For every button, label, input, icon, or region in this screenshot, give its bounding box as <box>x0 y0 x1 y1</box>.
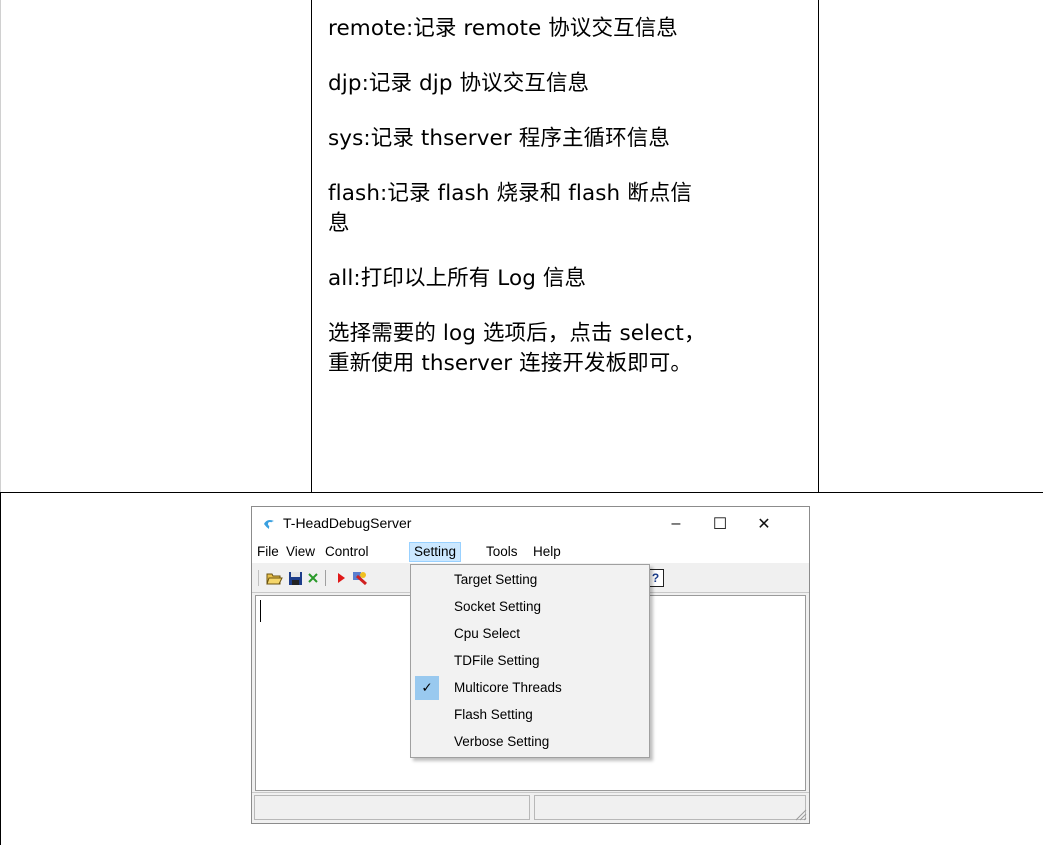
connect-icon[interactable] <box>350 569 368 587</box>
setting-dropdown-menu: Target Setting Socket Setting Cpu Select… <box>410 564 650 758</box>
window-title: T-HeadDebugServer <box>283 515 412 531</box>
run-icon[interactable] <box>332 569 350 587</box>
menu-item-tdfile-setting[interactable]: TDFile Setting <box>413 649 647 673</box>
menu-item-target-setting[interactable]: Target Setting <box>413 568 647 592</box>
menu-item-flash-setting[interactable]: Flash Setting <box>413 703 647 727</box>
doc-line-flash-cont: 息 <box>328 211 350 236</box>
status-bar <box>252 792 809 823</box>
maximize-button[interactable]: ☐ <box>698 511 742 537</box>
menu-item-cpu-select[interactable]: Cpu Select <box>413 622 647 646</box>
document-text-cell: remote:记录 remote 协议交互信息 djp:记录 djp 协议交互信… <box>312 0 818 492</box>
text-caret <box>260 600 261 622</box>
status-pane-right <box>534 795 806 820</box>
open-folder-icon[interactable] <box>265 569 283 587</box>
resize-grip-icon[interactable] <box>793 807 807 821</box>
table-border-page-left <box>0 0 1 492</box>
toolbar-grip <box>258 570 259 586</box>
menu-file[interactable]: File <box>253 543 283 561</box>
menu-item-label: Multicore Threads <box>454 680 562 695</box>
title-bar[interactable]: T-HeadDebugServer – ☐ ✕ <box>252 507 809 541</box>
menu-item-label: Verbose Setting <box>454 734 550 749</box>
doc-line-reconnect: 重新使用 thserver 连接开发板即可。 <box>328 351 692 376</box>
menu-help[interactable]: Help <box>529 543 565 561</box>
menu-item-label: Flash Setting <box>454 707 533 722</box>
menu-item-label: TDFile Setting <box>454 653 540 668</box>
menu-item-label: Cpu Select <box>454 626 521 641</box>
menu-item-label: Socket Setting <box>454 599 542 614</box>
menu-item-socket-setting[interactable]: Socket Setting <box>413 595 647 619</box>
checkmark-icon: ✓ <box>415 676 439 700</box>
doc-line-all: all:打印以上所有 Log 信息 <box>328 266 587 291</box>
minimize-button[interactable]: – <box>654 511 698 537</box>
menu-setting[interactable]: Setting <box>409 542 462 562</box>
doc-line-remote: remote:记录 remote 协议交互信息 <box>328 16 678 41</box>
menu-bar: File View Control Setting Tools Help <box>252 541 809 563</box>
table-border-left-lower <box>0 492 1 845</box>
doc-line-flash: flash:记录 flash 烧录和 flash 断点信 <box>328 181 693 206</box>
toolbar-separator <box>325 570 326 586</box>
menu-item-multicore-threads[interactable]: ✓ Multicore Threads <box>413 676 647 700</box>
menu-item-verbose-setting[interactable]: Verbose Setting <box>413 730 647 754</box>
menu-item-label: Target Setting <box>454 572 538 587</box>
menu-view[interactable]: View <box>282 543 319 561</box>
close-button[interactable]: ✕ <box>742 511 786 537</box>
table-row-divider <box>0 492 1043 493</box>
table-border-right-upper <box>818 0 819 492</box>
delete-icon[interactable] <box>304 569 322 587</box>
doc-line-sys: sys:记录 thserver 程序主循环信息 <box>328 126 670 151</box>
status-pane-left <box>254 795 530 820</box>
doc-line-select: 选择需要的 log 选项后，点击 select， <box>328 321 706 346</box>
save-icon[interactable] <box>286 569 304 587</box>
app-logo-icon <box>264 520 274 529</box>
menu-tools[interactable]: Tools <box>482 543 522 561</box>
menu-control[interactable]: Control <box>321 543 373 561</box>
doc-line-djp: djp:记录 djp 协议交互信息 <box>328 71 590 96</box>
